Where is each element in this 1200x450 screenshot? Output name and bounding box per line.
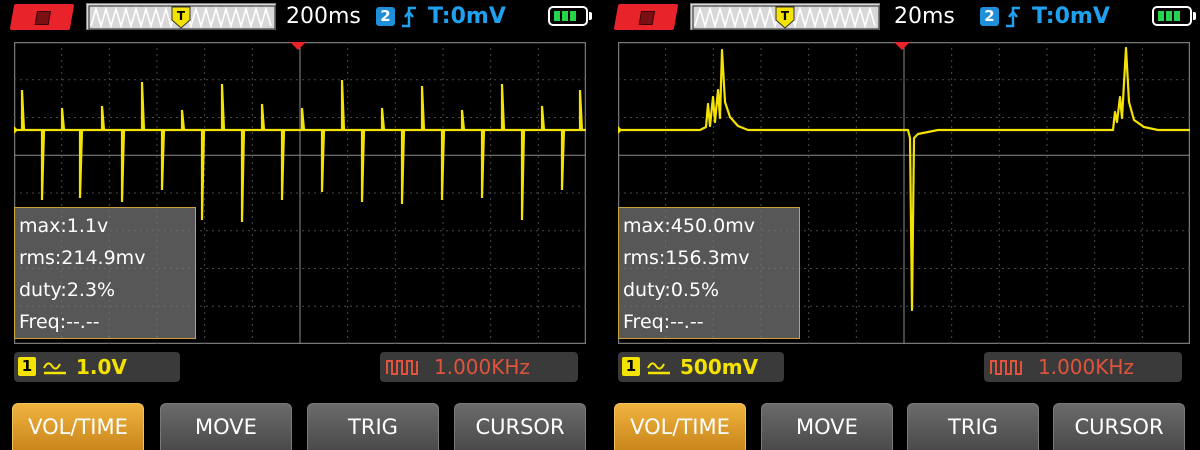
frequency-value: 1.000KHz	[434, 355, 530, 379]
channel-settings[interactable]: 1 500mV	[618, 352, 784, 382]
max-measurement: max:450.0mv	[623, 215, 755, 237]
rms-measurement: rms:214.9mv	[19, 247, 146, 269]
freq-measurement: Freq:--.--	[623, 311, 704, 333]
move-button[interactable]: MOVE	[160, 403, 292, 450]
rising-edge-icon	[402, 6, 416, 28]
duty-measurement: duty:0.5%	[623, 279, 720, 301]
cursor-button[interactable]: CURSOR	[454, 403, 586, 450]
volts-per-division: 500mV	[680, 355, 759, 379]
waveform-overview[interactable]: T	[690, 3, 880, 30]
waveform-overview-icon: T	[692, 5, 880, 30]
move-button[interactable]: MOVE	[761, 403, 893, 450]
channel-number: 1	[622, 357, 640, 376]
timebase-readout: 200ms	[286, 4, 361, 29]
oscilloscope-screen-left: T 200ms 2 T:0mV max:1.1v rms:214.9mv dut…	[0, 0, 596, 450]
square-wave-icon	[990, 360, 1022, 375]
run-stop-button[interactable]	[613, 4, 679, 30]
timebase-readout: 20ms	[894, 4, 955, 29]
measurement-panel: max:1.1v rms:214.9mv duty:2.3% Freq:--.-…	[14, 207, 196, 339]
dc-coupling-icon	[43, 362, 66, 375]
max-measurement: max:1.1v	[19, 215, 109, 237]
trigger-channel-badge: 2	[376, 7, 395, 26]
generator-frequency[interactable]: 1.000KHz	[984, 352, 1182, 382]
trig-button[interactable]: TRIG	[907, 403, 1039, 450]
duty-measurement: duty:2.3%	[19, 279, 116, 301]
rising-edge-icon	[1006, 6, 1020, 28]
waveform-overview-icon: T	[88, 5, 276, 30]
battery-icon	[548, 6, 592, 26]
cursor-button[interactable]: CURSOR	[1053, 403, 1185, 450]
dc-coupling-icon	[647, 362, 670, 375]
channel-settings[interactable]: 1 1.0V	[14, 352, 180, 382]
freq-measurement: Freq:--.--	[19, 311, 100, 333]
vol-time-button[interactable]: VOL/TIME	[12, 403, 144, 450]
trig-button[interactable]: TRIG	[307, 403, 439, 450]
waveform-overview[interactable]: T	[86, 3, 276, 30]
trigger-level-readout: T:0mV	[1032, 4, 1110, 29]
trigger-channel-badge: 2	[980, 7, 999, 26]
square-wave-icon	[386, 360, 418, 375]
svg-text:T: T	[177, 9, 186, 23]
vol-time-button[interactable]: VOL/TIME	[614, 403, 746, 450]
oscilloscope-screen-right: T 20ms 2 T:0mV max:450.0mv rms:156.3mv d…	[604, 0, 1200, 450]
rms-measurement: rms:156.3mv	[623, 247, 750, 269]
run-stop-button[interactable]	[9, 4, 75, 30]
generator-frequency[interactable]: 1.000KHz	[380, 352, 578, 382]
channel-number: 1	[18, 357, 36, 376]
volts-per-division: 1.0V	[76, 355, 127, 379]
stop-icon	[34, 11, 52, 25]
trigger-level-readout: T:0mV	[428, 4, 506, 29]
measurement-panel: max:450.0mv rms:156.3mv duty:0.5% Freq:-…	[618, 207, 800, 339]
stop-icon	[638, 11, 656, 25]
frequency-value: 1.000KHz	[1038, 355, 1134, 379]
svg-text:T: T	[781, 9, 790, 23]
battery-icon	[1152, 6, 1196, 26]
